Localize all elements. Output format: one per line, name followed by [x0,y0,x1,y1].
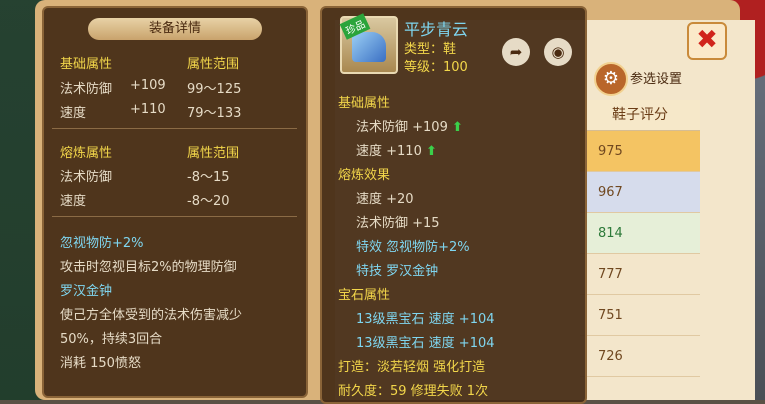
refine-row: 法术防御 +15 [356,216,440,231]
gem-row: 13级黑宝石 速度 +104 [356,312,495,327]
durability-info: 耐久度：59 修理失败 1次 [338,384,489,399]
attr-name: 速度 [60,194,87,209]
ranking-header: 鞋子评分 [580,100,700,131]
attr-range: 99～125 [187,82,242,97]
item-level: 等级：100 [404,60,468,75]
score-value: 967 [598,184,623,200]
divider [52,128,297,129]
panel-title: 装备详情 [88,18,262,40]
ranking-row[interactable]: 967 [580,172,700,213]
basic-attr-header: 基础属性 [60,57,113,72]
close-button[interactable]: ✖ [687,22,727,60]
attr-name: 法术防御 [60,170,113,185]
gem-attr-header: 宝石属性 [338,288,391,303]
settings-gear-icon[interactable]: ⚙ [594,62,628,96]
attr-value: +110 [130,102,166,117]
ranking-row[interactable]: 777 [580,254,700,295]
skill-cost: 消耗 150愤怒 [60,356,141,371]
refine-effect-header: 熔炼效果 [338,168,391,183]
range-header: 属性范围 [187,57,240,72]
refine-range-header: 属性范围 [187,146,240,161]
attr-range: -8～20 [187,194,230,209]
share-icon[interactable]: ➦ [502,38,530,66]
attr-name: 速度 [60,106,87,121]
refine-attr-header: 熔炼属性 [60,146,113,161]
basic-attr-row: 法术防御 +109 ⬆ [356,116,463,135]
special-skill: 特技 罗汉金钟 [356,264,439,279]
score-value: 777 [598,266,623,282]
ranking-row[interactable]: 726 [580,336,700,377]
item-type: 类型：鞋 [404,42,457,57]
basic-attr-row: 速度 +110 ⬆ [356,140,437,159]
score-value: 975 [598,143,623,159]
equipment-detail-panel: 装备详情 基础属性 属性范围 法术防御 +109 99～125 速度 +110 … [42,6,308,398]
score-ranking-list: 鞋子评分 975 967 814 777 751 726 [580,100,700,400]
skill-description: 50%，持续3回合 [60,332,163,347]
arrow-up-icon: ⬆ [425,144,437,159]
refine-row: 速度 +20 [356,192,414,207]
attr-name: 法术防御 [60,82,113,97]
item-info-panel: 珍品 平步青云 类型：鞋 等级：100 ➦ ◉ 基础属性 法术防御 +109 ⬆… [320,6,587,404]
boots-icon [352,32,386,62]
score-value: 726 [598,348,623,364]
gem-row: 13级黑宝石 速度 +104 [356,336,495,351]
basic-attr-text: 法术防御 +109 [356,120,448,135]
skill-description: 使己方全体受到的法术伤害减少 [60,308,243,323]
effect-name: 忽视物防+2% [60,236,144,251]
special-effect: 特效 忽视物防+2% [356,240,470,255]
item-icon: 珍品 [339,13,398,74]
attr-range: -8～15 [187,170,230,185]
effect-description: 攻击时忽视目标2%的物理防御 [60,260,237,275]
ranking-row[interactable]: 751 [580,295,700,336]
ranking-row[interactable]: 975 [580,131,700,172]
arrow-up-icon: ⬆ [451,120,463,135]
basic-attr-text: 速度 +110 [356,144,422,159]
ranking-row[interactable]: 814 [580,213,700,254]
forge-info: 打造：淡若轻烟 强化打造 [338,360,486,375]
basic-attr-header: 基础属性 [338,96,391,111]
item-name: 平步青云 [404,20,469,39]
score-value: 751 [598,307,623,323]
attr-range: 79～133 [187,106,242,121]
attr-value: +109 [130,78,166,93]
settings-label[interactable]: 参选设置 [630,68,682,87]
score-value: 814 [598,225,623,241]
skill-name: 罗汉金钟 [60,284,113,299]
eye-icon[interactable]: ◉ [544,38,572,66]
divider [52,216,297,217]
